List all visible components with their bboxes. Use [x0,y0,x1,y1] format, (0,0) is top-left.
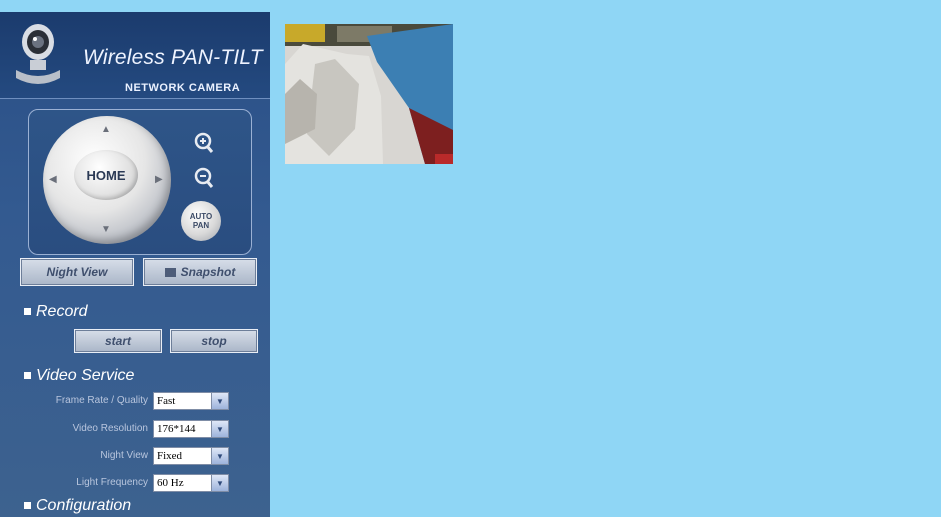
night-view-mode-label: Night View [100,450,148,461]
auto-pan-label-line1: AUTO [189,212,213,221]
bullet-icon [24,502,31,510]
record-stop-button[interactable]: stop [170,329,258,353]
light-frequency-label: Light Frequency [76,477,148,488]
control-sidebar: Wireless PAN-TILT NETWORK CAMERA ▲ ▼ ◀ ▶… [0,12,270,517]
bullet-icon [24,308,31,316]
pan-left-arrow-icon[interactable]: ◀ [49,174,57,185]
zoom-out-icon [194,167,214,188]
auto-pan-label-line2: PAN [192,221,210,230]
app-title: Wireless PAN-TILT [83,46,263,69]
chevron-down-icon: ▼ [211,475,228,491]
app-subtitle: NETWORK CAMERA [125,82,241,94]
record-start-button[interactable]: start [74,329,162,353]
snapshot-button[interactable]: Snapshot [143,258,257,286]
chevron-down-icon: ▼ [211,448,228,464]
video-resolution-value: 176*144 [157,423,196,435]
bullet-icon [24,372,31,380]
zoom-in-icon [194,132,214,153]
night-view-mode-select[interactable]: Fixed ▼ [153,447,229,465]
night-view-button[interactable]: Night View [20,258,134,286]
zoom-out-button[interactable] [191,165,217,191]
camera-icon [16,24,60,84]
frame-rate-select[interactable]: Fast ▼ [153,392,229,410]
pan-right-arrow-icon[interactable]: ▶ [155,174,163,185]
video-resolution-label: Video Resolution [72,423,148,434]
night-view-mode-value: Fixed [157,450,183,462]
pan-down-arrow-icon[interactable]: ▼ [101,224,111,235]
night-view-label: Night View [46,265,108,279]
home-button[interactable]: HOME [74,150,138,200]
snapshot-icon [164,267,176,277]
ptz-control-panel: ▲ ▼ ◀ ▶ HOME AUTO PAN [28,109,252,255]
pan-up-arrow-icon[interactable]: ▲ [101,124,111,135]
camera-video-feed [285,24,453,164]
chevron-down-icon: ▼ [211,421,228,437]
snapshot-label: Snapshot [180,265,236,279]
record-heading: Record [24,303,88,321]
video-frame-image [285,24,453,164]
auto-pan-button[interactable]: AUTO PAN [181,201,221,241]
record-start-label: start [104,334,131,348]
chevron-down-icon: ▼ [211,393,228,409]
configuration-heading[interactable]: Configuration [24,497,131,515]
header-logo: Wireless PAN-TILT NETWORK CAMERA [0,12,270,99]
frame-rate-value: Fast [157,395,176,407]
zoom-in-button[interactable] [191,130,217,156]
video-service-heading: Video Service [24,367,134,385]
frame-rate-label: Frame Rate / Quality [55,395,148,406]
light-frequency-select[interactable]: 60 Hz ▼ [153,474,229,492]
light-frequency-value: 60 Hz [157,477,184,489]
video-resolution-select[interactable]: 176*144 ▼ [153,420,229,438]
record-stop-label: stop [201,334,227,348]
